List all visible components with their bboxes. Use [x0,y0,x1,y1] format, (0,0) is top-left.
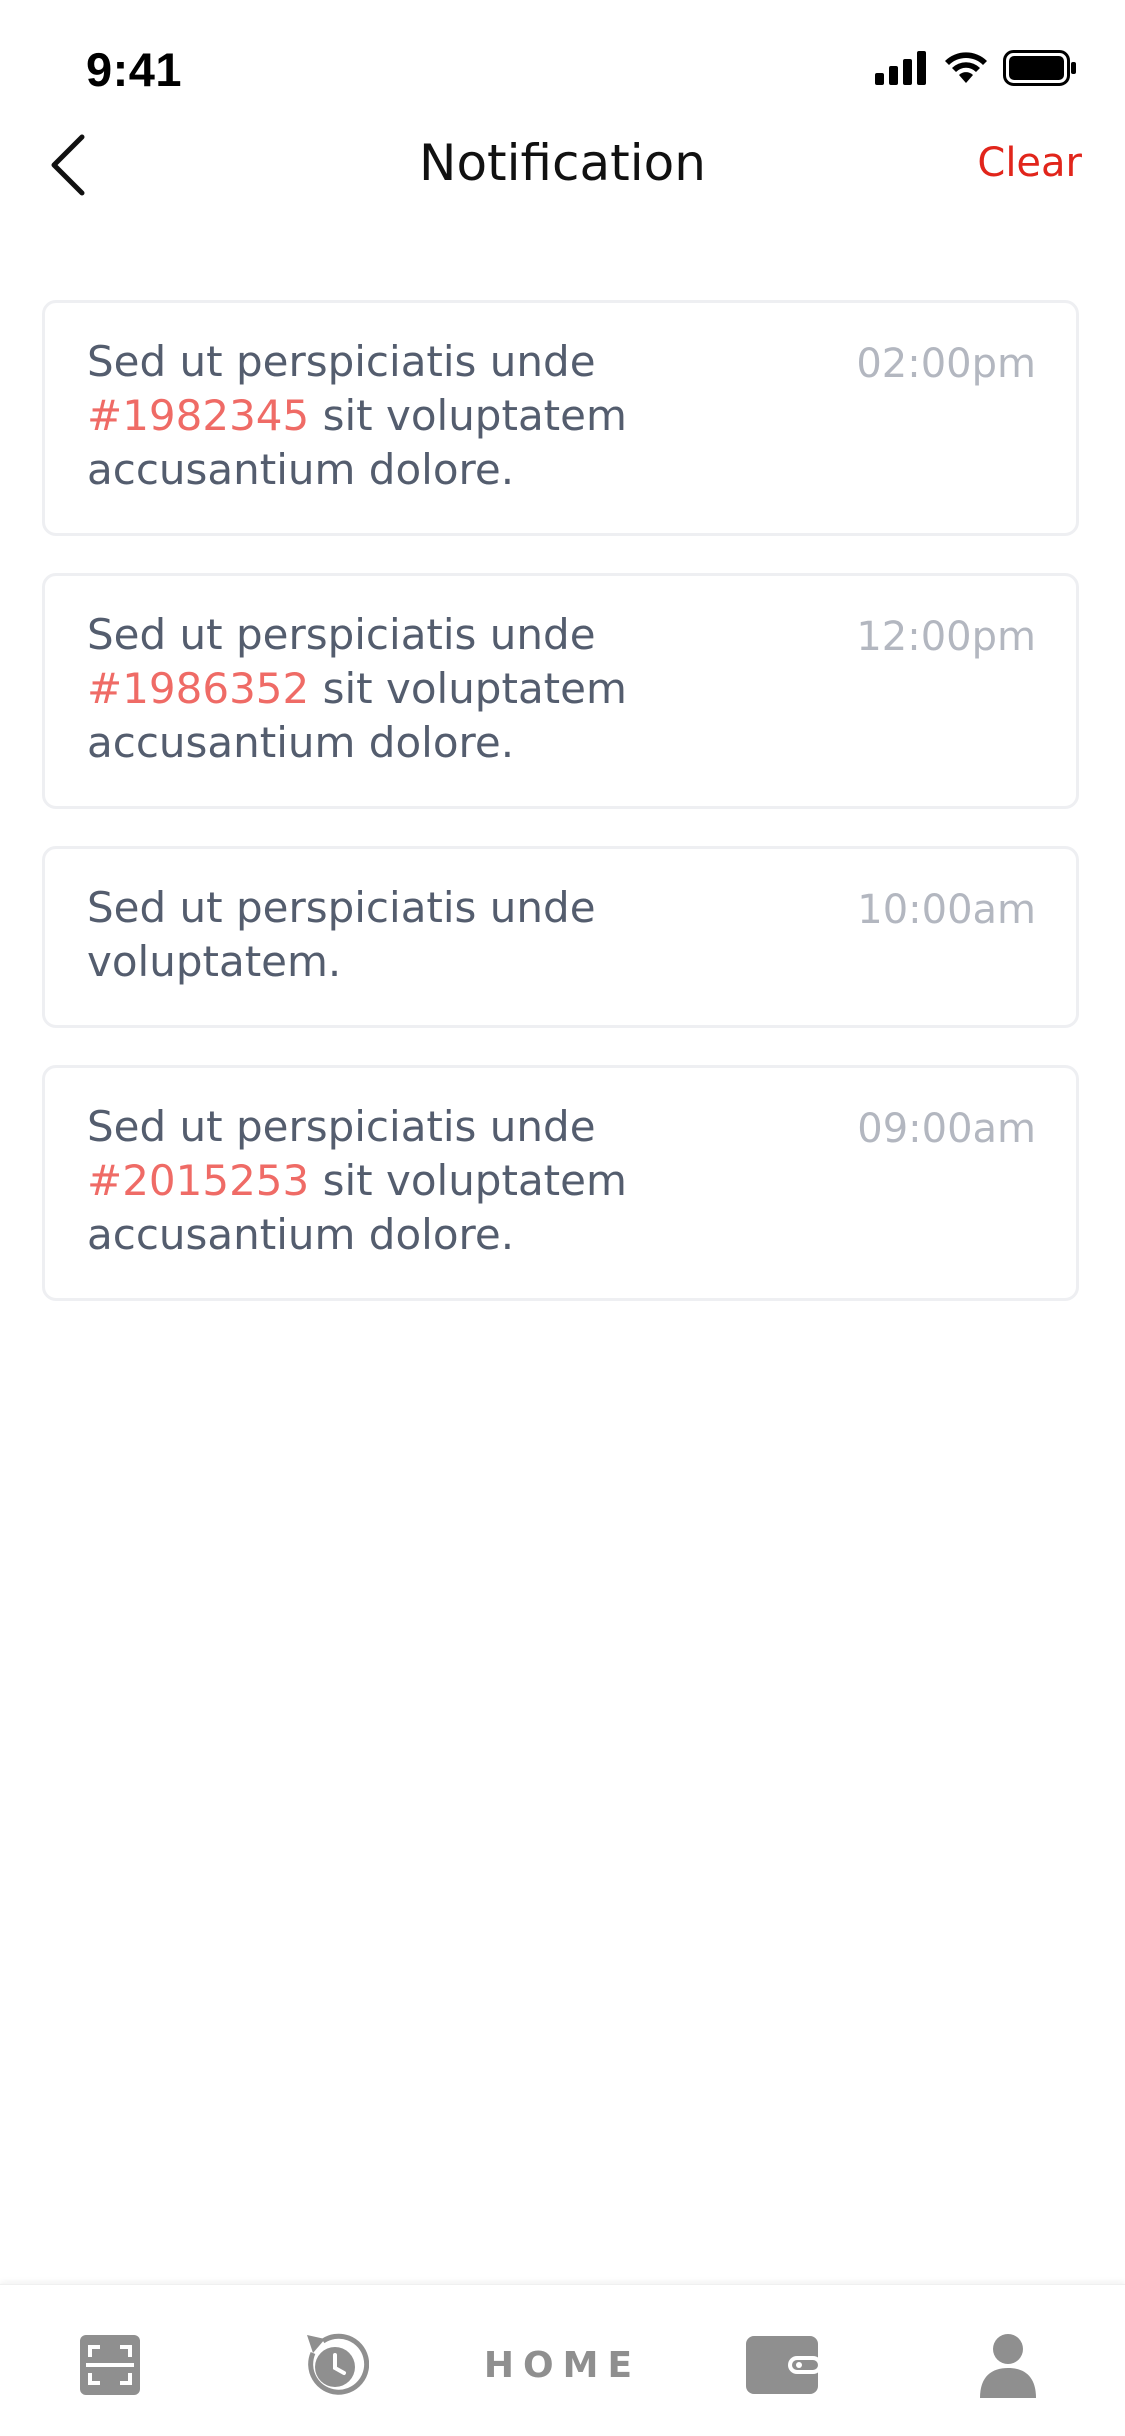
notification-reference: #2015253 [87,1156,310,1205]
notification-time: 02:00pm [856,341,1036,387]
wallet-icon [746,2336,820,2394]
status-bar: 9:41 [0,0,1125,140]
notification-text: Sed ut perspiciatis unde #1986352 sit vo… [87,608,727,770]
notification-card[interactable]: Sed ut perspiciatis unde #2015253 sit vo… [42,1065,1079,1301]
notification-list: Sed ut perspiciatis unde #1982345 sit vo… [42,300,1079,1301]
tab-home[interactable]: HOME [470,2325,655,2405]
header: Notification Clear [0,120,1125,210]
status-icons [875,50,1077,86]
bottom-tab-bar: HOME [0,2284,1125,2436]
notification-text: Sed ut perspiciatis unde voluptatem. [87,881,727,989]
notification-text-before: Sed ut perspiciatis unde voluptatem. [87,883,596,986]
notification-text: Sed ut perspiciatis unde #1982345 sit vo… [87,335,727,497]
notification-reference: #1986352 [87,664,310,713]
notification-time: 09:00am [857,1106,1036,1152]
clear-button[interactable]: Clear [977,140,1082,186]
tab-scan[interactable] [70,2325,150,2405]
notification-text-before: Sed ut perspiciatis unde [87,337,596,386]
status-time: 9:41 [86,43,183,96]
wifi-icon [945,52,987,83]
tab-wallet[interactable] [742,2325,822,2405]
notification-text-before: Sed ut perspiciatis unde [87,1102,596,1151]
tab-profile[interactable] [968,2325,1048,2405]
battery-icon [1003,50,1076,86]
page-title: Notification [419,134,706,192]
tab-home-label: HOME [483,2344,642,2386]
notification-card[interactable]: Sed ut perspiciatis unde voluptatem. 10:… [42,846,1079,1028]
notification-card[interactable]: Sed ut perspiciatis unde #1986352 sit vo… [42,573,1079,809]
cellular-signal-icon [875,51,926,85]
tab-history[interactable] [295,2325,375,2405]
notification-reference: #1982345 [87,391,310,440]
profile-icon [980,2334,1036,2398]
notification-time: 10:00am [857,887,1036,933]
notification-text-before: Sed ut perspiciatis unde [87,610,596,659]
notification-text: Sed ut perspiciatis unde #2015253 sit vo… [87,1100,727,1262]
history-icon [307,2333,369,2395]
notification-card[interactable]: Sed ut perspiciatis unde #1982345 sit vo… [42,300,1079,536]
notification-time: 12:00pm [856,614,1036,660]
scan-icon [80,2335,140,2395]
